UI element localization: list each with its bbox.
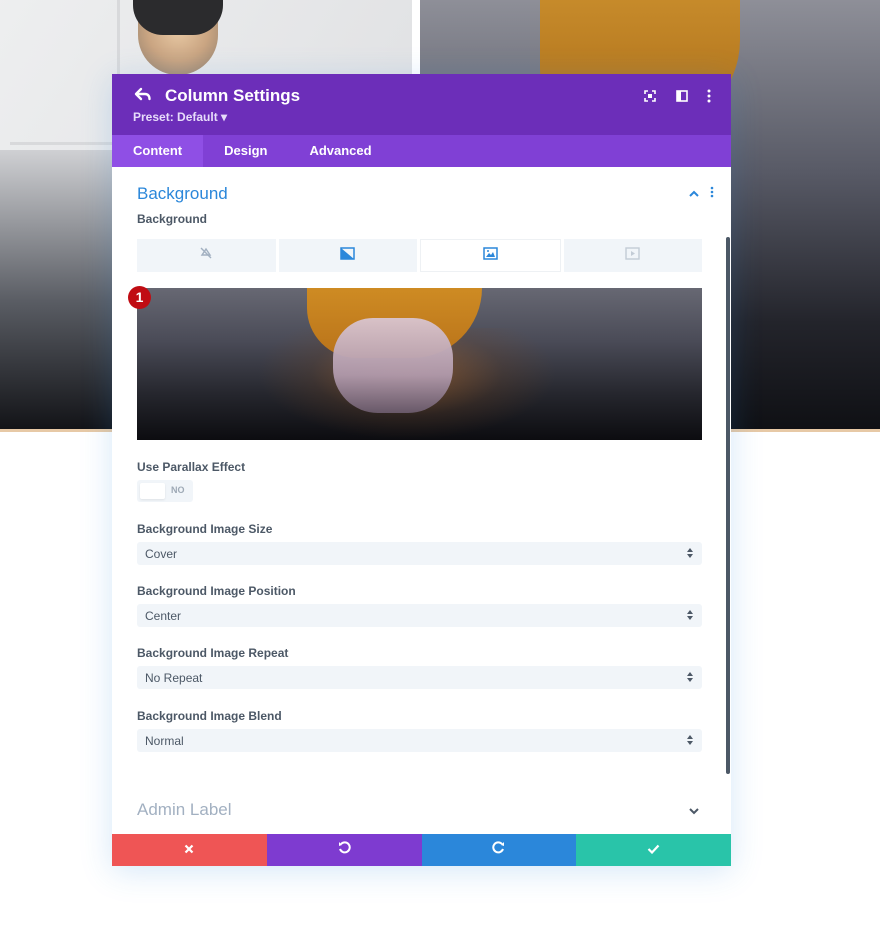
- no-background-icon: [199, 246, 213, 265]
- check-icon: [647, 841, 660, 859]
- modal-title: Column Settings: [165, 86, 301, 105]
- undo-button[interactable]: [266, 834, 422, 866]
- more-options-icon[interactable]: [701, 88, 717, 104]
- image-repeat-value: No Repeat: [145, 671, 203, 685]
- modal-header[interactable]: Column Settings Preset: Default ▾: [112, 74, 731, 135]
- section-more-icon[interactable]: [710, 185, 716, 199]
- modal-footer: [112, 834, 731, 866]
- select-arrows-icon: [686, 733, 694, 747]
- no-background-tab[interactable]: [137, 239, 276, 272]
- background-section-title[interactable]: Background: [137, 184, 228, 204]
- image-repeat-select[interactable]: No Repeat: [137, 666, 702, 689]
- annotation-badge: 1: [128, 286, 151, 309]
- select-arrows-icon: [686, 670, 694, 684]
- gradient-icon: [340, 246, 355, 265]
- image-size-label: Background Image Size: [137, 522, 273, 536]
- background-window-frame: [10, 0, 120, 145]
- image-position-value: Center: [145, 609, 182, 623]
- parallax-toggle[interactable]: NO: [137, 480, 193, 502]
- image-position-label: Background Image Position: [137, 584, 296, 598]
- content-scrollbar[interactable]: [726, 237, 730, 774]
- redo-icon: [492, 841, 505, 859]
- chevron-down-icon[interactable]: [688, 804, 700, 816]
- back-arrow-icon[interactable]: [134, 86, 156, 108]
- tab-design[interactable]: Design: [203, 135, 288, 167]
- cancel-button[interactable]: [112, 834, 267, 866]
- close-icon: [184, 841, 194, 859]
- preview-hand: [333, 318, 453, 413]
- image-blend-select[interactable]: Normal: [137, 729, 702, 752]
- fullscreen-icon[interactable]: [642, 88, 658, 104]
- column-settings-modal: Column Settings Preset: Default ▾ Conten…: [112, 74, 731, 866]
- background-person-hat: [133, 0, 223, 35]
- select-arrows-icon: [686, 608, 694, 622]
- select-arrows-icon: [686, 546, 694, 560]
- image-blend-value: Normal: [145, 734, 184, 748]
- parallax-label: Use Parallax Effect: [137, 460, 246, 474]
- tab-content[interactable]: Content: [112, 135, 204, 167]
- preset-dropdown[interactable]: Preset: Default ▾: [133, 110, 227, 124]
- settings-tabs: Content Design Advanced: [112, 135, 731, 167]
- settings-content: Background Background Use Parallax Effec…: [112, 167, 731, 834]
- image-size-value: Cover: [145, 547, 178, 561]
- video-icon: [625, 246, 640, 265]
- image-repeat-label: Background Image Repeat: [137, 646, 289, 660]
- toggle-knob: [140, 483, 165, 499]
- video-tab[interactable]: [563, 239, 702, 272]
- split-view-icon[interactable]: [674, 88, 690, 104]
- save-button[interactable]: [576, 834, 731, 866]
- tab-advanced[interactable]: Advanced: [288, 135, 392, 167]
- image-position-select[interactable]: Center: [137, 604, 702, 627]
- background-type-tabs: [137, 239, 702, 272]
- background-image-preview[interactable]: [137, 288, 702, 440]
- undo-icon: [338, 841, 351, 859]
- image-icon: [483, 246, 498, 265]
- image-blend-label: Background Image Blend: [137, 709, 282, 723]
- toggle-state: NO: [171, 485, 185, 495]
- chevron-up-icon[interactable]: [688, 187, 700, 199]
- admin-label-section-title[interactable]: Admin Label: [137, 800, 232, 820]
- image-size-select[interactable]: Cover: [137, 542, 702, 565]
- image-tab[interactable]: [420, 239, 561, 272]
- background-field-label: Background: [137, 212, 208, 226]
- redo-button[interactable]: [421, 834, 577, 866]
- gradient-tab[interactable]: [278, 239, 417, 272]
